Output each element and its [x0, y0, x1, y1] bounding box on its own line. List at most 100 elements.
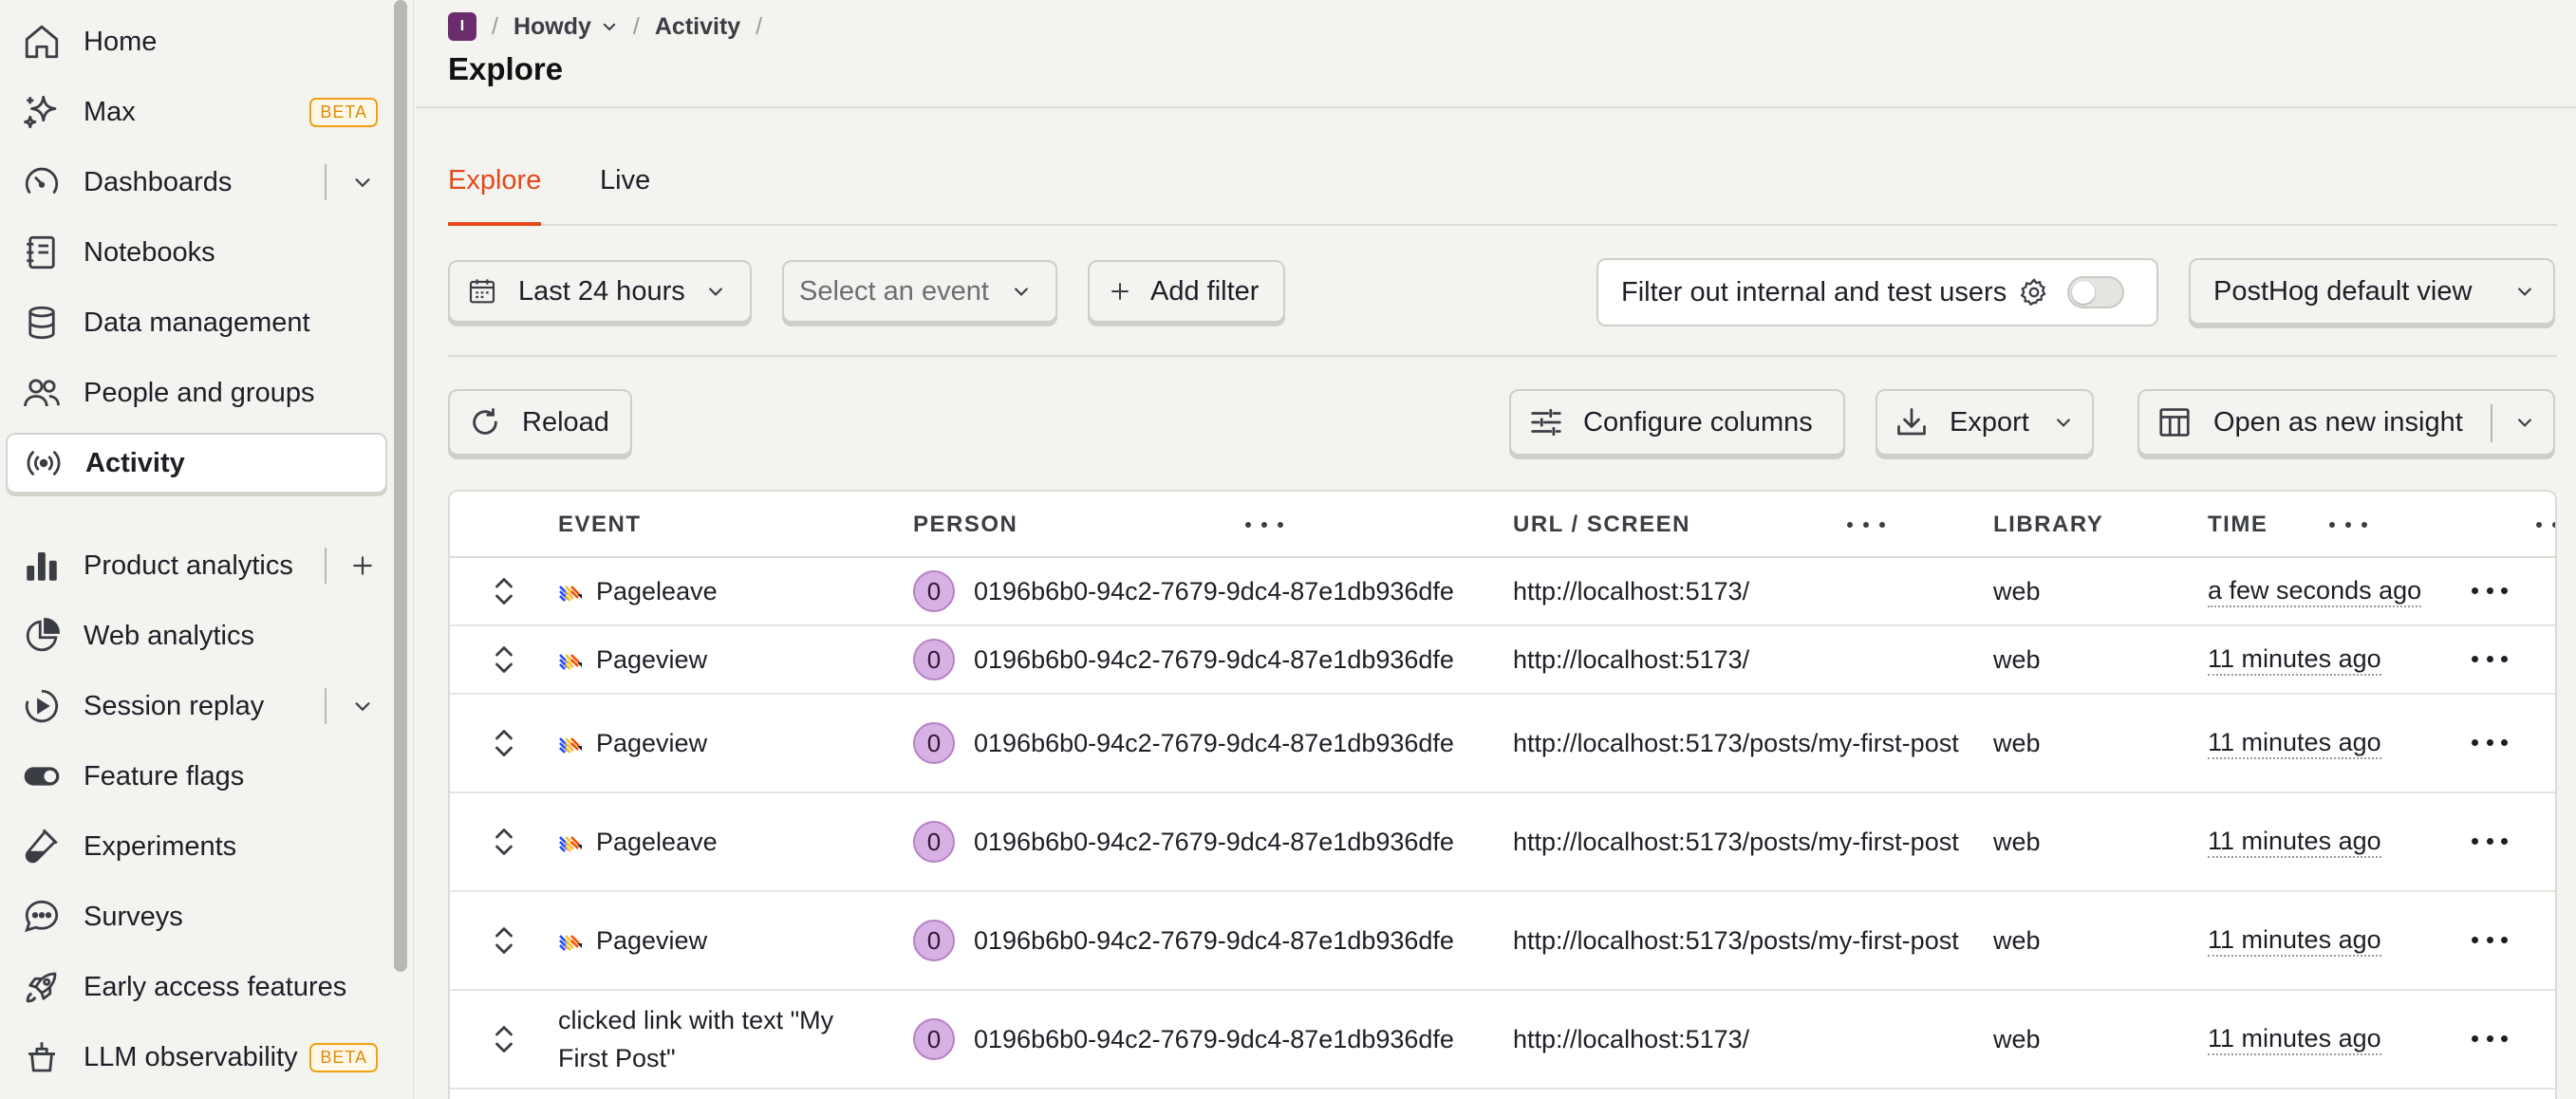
event-cell[interactable]: Pageview [558, 626, 890, 693]
internal-users-filter[interactable]: Filter out internal and test users [1596, 258, 2158, 326]
library-cell: web [1993, 695, 2041, 792]
sidebar-item-feature-flags[interactable]: Feature flags [6, 746, 387, 807]
event-cell[interactable]: clicked link with text "My First Post" [558, 991, 890, 1088]
table-row[interactable]: Pageleave 0 0196b6b0-94c2-7679-9dc4-87e1db… [450, 558, 2555, 626]
export-button[interactable]: Export [1876, 389, 2094, 456]
view-select[interactable]: PostHog default view [2189, 258, 2555, 325]
expand-row-button[interactable] [490, 626, 518, 693]
expand-row-button[interactable] [490, 558, 518, 624]
table-row[interactable]: Pageview 0 0196b6b0-94c2-7679-9dc4-87e1db9… [450, 892, 2555, 991]
column-header-time[interactable]: TIME [2208, 492, 2268, 558]
sidebar-item-surveys[interactable]: Surveys [6, 886, 387, 947]
expand-row-button[interactable] [490, 892, 518, 989]
expand-row-button[interactable] [490, 793, 518, 890]
sidebar-item-label: Dashboards [84, 166, 233, 197]
table-row[interactable]: Pageview 0 0196b6b0-94c2-7679-9dc4-87e1db9… [450, 626, 2555, 695]
row-actions-menu[interactable] [2472, 739, 2508, 746]
chevron-down-icon[interactable] [347, 167, 378, 197]
export-label: Export [1950, 406, 2029, 438]
sidebar-item-session-replay[interactable]: Session replay [6, 676, 387, 736]
events-table: EVENT PERSON URL / SCREEN LIBRARY TIME P… [448, 490, 2557, 1099]
breadcrumb-project[interactable]: Howdy [513, 13, 618, 41]
flask-icon [19, 824, 65, 869]
sidebar-item-dashboards[interactable]: Dashboards [6, 152, 387, 213]
sidebar-item-product-analytics[interactable]: Product analytics [6, 535, 387, 596]
library-text: web [1993, 729, 2041, 757]
event-cell[interactable]: Pageview [558, 892, 890, 989]
plus-icon[interactable] [347, 550, 378, 581]
person-cell[interactable]: 0 0196b6b0-94c2-7679-9dc4-87e1db936dfe [913, 793, 1454, 890]
event-select[interactable]: Select an event [782, 260, 1057, 323]
time-text: 11 minutes ago [2208, 826, 2381, 858]
person-cell[interactable]: 0 0196b6b0-94c2-7679-9dc4-87e1db936dfe [913, 695, 1454, 792]
sidebar-scrollbar[interactable] [394, 0, 407, 972]
sidebar-item-label: Home [84, 26, 158, 57]
row-actions-menu[interactable] [2472, 1035, 2508, 1042]
url-text: http://localhost:5173/posts/my-first-pos… [1513, 926, 1959, 955]
avatar: 0 [913, 1018, 955, 1060]
configure-columns-button[interactable]: Configure columns [1509, 389, 1845, 456]
chevron-down-icon [603, 23, 616, 31]
project-avatar: I [448, 12, 476, 41]
internal-users-toggle[interactable] [2067, 276, 2125, 308]
table-header: EVENT PERSON URL / SCREEN LIBRARY TIME [450, 492, 2555, 558]
event-name: Pageleave [596, 577, 718, 605]
event-cell[interactable]: Pageleave [558, 793, 890, 890]
internal-users-label: Filter out internal and test users [1621, 276, 2007, 307]
event-name: Pageleave [596, 828, 718, 856]
sidebar-item-web-analytics[interactable]: Web analytics [6, 605, 387, 666]
tab-live[interactable]: Live [600, 165, 650, 196]
row-actions-menu[interactable] [2472, 937, 2508, 943]
sidebar-item-activity[interactable]: Activity [6, 433, 387, 494]
sidebar-item-experiments[interactable]: Experiments [6, 816, 387, 877]
add-filter-button[interactable]: Add filter [1088, 260, 1285, 323]
person-cell[interactable]: 0 0196b6b0-94c2-7679-9dc4-87e1db936dfe [913, 991, 1454, 1088]
column-header-library[interactable]: LIBRARY [1993, 492, 2103, 558]
sidebar-item-notebooks[interactable]: Notebooks [6, 222, 387, 283]
posthog-event-icon [559, 935, 582, 951]
gear-icon[interactable] [2018, 276, 2050, 308]
person-cell[interactable]: 0 0196b6b0-94c2-7679-9dc4-87e1db936dfe [913, 892, 1454, 989]
column-menu-button[interactable] [1847, 512, 1885, 537]
person-cell[interactable]: 0 0196b6b0-94c2-7679-9dc4-87e1db936dfe [913, 558, 1454, 624]
sidebar-item-max[interactable]: Max BETA [6, 82, 387, 142]
event-cell[interactable]: Pageview [558, 695, 890, 792]
time-cell: 11 minutes ago [2208, 991, 2381, 1088]
time-text: 11 minutes ago [2208, 924, 2381, 957]
chevron-down-icon[interactable] [2515, 413, 2534, 432]
breadcrumb-section[interactable]: Activity [655, 13, 740, 41]
sidebar-item-data-management[interactable]: Data management [6, 292, 387, 353]
column-header-event[interactable]: EVENT [558, 492, 642, 558]
date-range-button[interactable]: Last 24 hours [448, 260, 752, 323]
row-actions-menu[interactable] [2472, 656, 2508, 662]
sidebar-item-early-access-features[interactable]: Early access features [6, 957, 387, 1017]
people-icon [19, 370, 65, 416]
column-menu-button[interactable] [1245, 512, 1283, 537]
row-actions-menu[interactable] [2472, 838, 2508, 845]
person-cell[interactable]: 0 0196b6b0-94c2-7679-9dc4-87e1db936dfe [913, 626, 1454, 693]
reload-button[interactable]: Reload [448, 389, 632, 456]
event-cell[interactable]: Pageleave [558, 558, 890, 624]
table-row[interactable]: Pageview 0 0196b6b0-94c2-7679-9dc4-87e1db9… [450, 695, 2555, 793]
table-row[interactable]: Pageleave 0 0196b6b0-94c2-7679-9dc4-87e1db… [450, 793, 2555, 892]
expand-row-button[interactable] [490, 991, 518, 1088]
column-header-url[interactable]: URL / SCREEN [1513, 492, 1690, 558]
sidebar-item-llm-observability[interactable]: LLM observability BETA [6, 1027, 387, 1088]
chevron-down-icon[interactable] [347, 691, 378, 721]
tab-explore[interactable]: Explore [448, 165, 541, 196]
sidebar-item-home[interactable]: Home [6, 11, 387, 72]
library-text: web [1993, 926, 2041, 955]
expand-icon [495, 646, 513, 673]
sidebar-item-label: Max [84, 96, 136, 127]
open-as-new-insight-button[interactable]: Open as new insight [2137, 389, 2555, 456]
column-menu-button[interactable] [2329, 512, 2367, 537]
column-menu-button[interactable] [2536, 512, 2555, 537]
table-row[interactable]: clicked link with text "My First Post" 0 0… [450, 991, 2555, 1090]
person-id: 0196b6b0-94c2-7679-9dc4-87e1db936dfe [974, 828, 1454, 856]
sidebar-item-people-and-groups[interactable]: People and groups [6, 363, 387, 423]
row-actions-menu[interactable] [2472, 587, 2508, 594]
expand-row-button[interactable] [490, 695, 518, 792]
column-header-person[interactable]: PERSON [913, 492, 1017, 558]
url-cell: http://localhost:5173/ [1513, 626, 1959, 693]
sidebar-item-label: Web analytics [84, 620, 254, 651]
